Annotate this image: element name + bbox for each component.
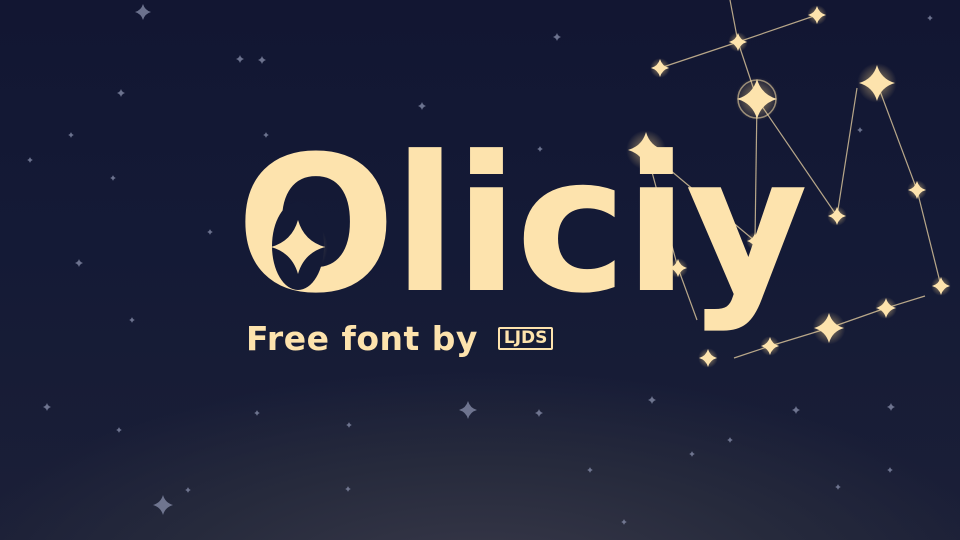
background-star-icon [835,484,841,490]
background-star-icon [207,229,213,235]
constellation-line [737,14,818,43]
background-star-icon [648,396,656,404]
constellation-line [836,87,858,217]
constellation-line [916,189,942,287]
background-star-icon [117,89,125,97]
background-star-icon [535,409,543,417]
constellation-line [659,41,739,69]
background-star-icon [927,15,933,21]
background-star-icon [254,410,260,416]
background-star-icon [153,495,173,515]
background-star-icon [553,33,561,41]
background-star-icon [185,487,191,493]
background-star-icon [689,451,695,457]
font-title: Oliciy [236,116,808,335]
background-star-icon [27,157,33,163]
background-star-icon [116,427,122,433]
background-star-icon [75,259,83,267]
background-star-icon [68,132,74,138]
background-star-icon [587,467,593,473]
background-star-icon [135,4,151,20]
background-star-icon [43,403,51,411]
background-star-icon [887,403,895,411]
background-star-icon [346,422,352,428]
background-star-icon [792,406,800,414]
background-star-icon [129,317,135,323]
background-star-icon [459,401,477,419]
background-star-icon [727,437,733,443]
background-star-icon [887,467,893,473]
background-star-icon [857,127,863,133]
background-star-icon [110,175,116,181]
background-star-icon [258,56,266,64]
font-banner: Oliciy Free font by LJDS [0,0,960,540]
background-star-icon [621,519,627,525]
background-star-icon [236,55,244,63]
background-star-icon [418,102,426,110]
background-star-icon [345,486,351,492]
